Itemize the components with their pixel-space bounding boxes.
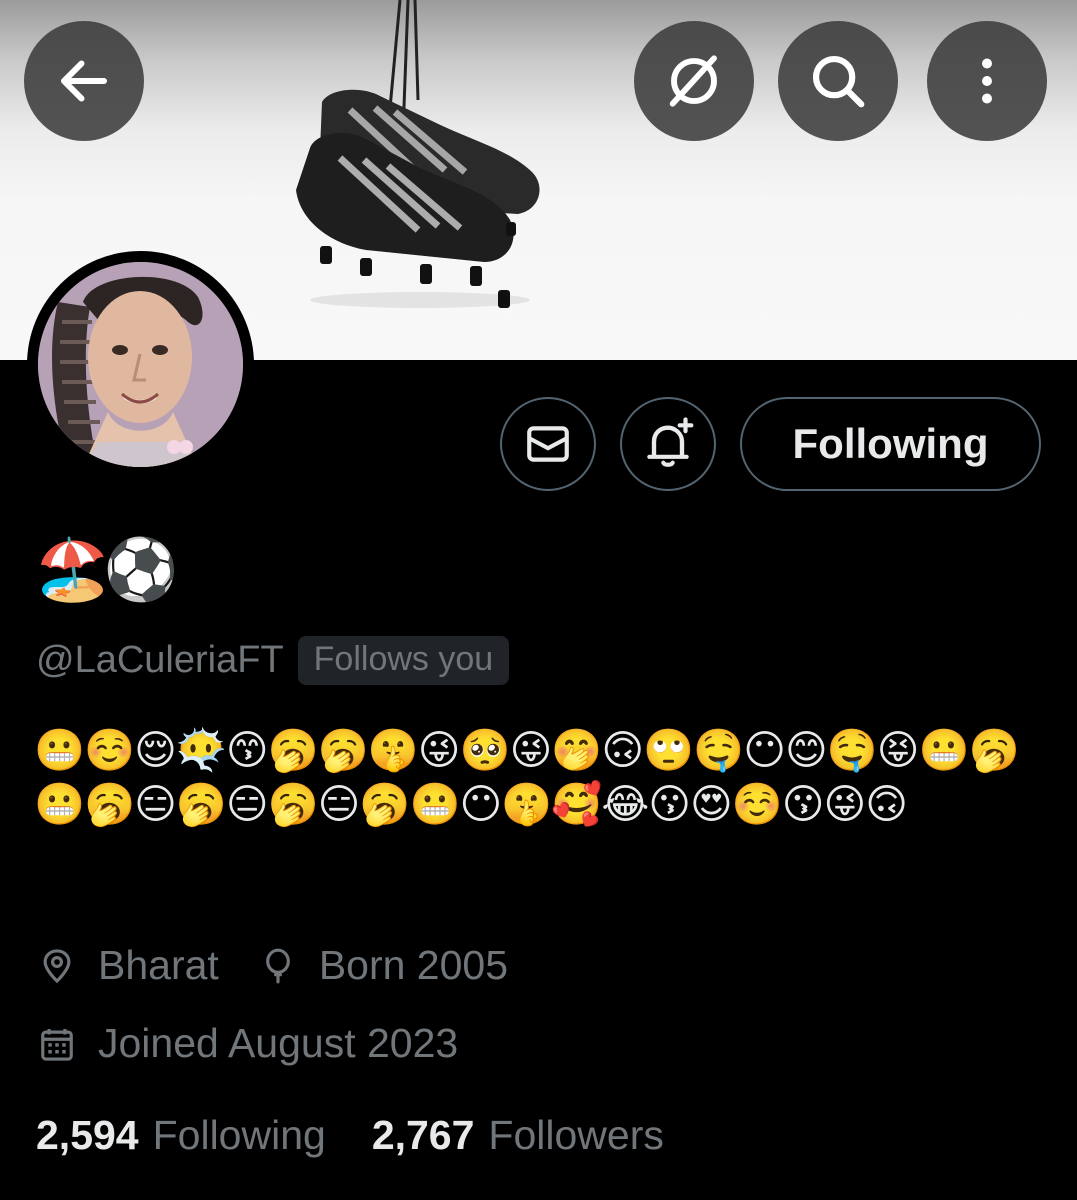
message-button[interactable] xyxy=(500,397,596,491)
location-pin-icon xyxy=(43,948,71,983)
profile-meta-row: Bharat Born 2005 xyxy=(38,942,508,989)
following-count: 2,594 xyxy=(36,1112,139,1158)
banner-image xyxy=(296,0,540,308)
following-stat[interactable]: 2,594 Following xyxy=(36,1112,326,1159)
followers-count: 2,767 xyxy=(371,1112,475,1158)
joined-text: Joined August 2023 xyxy=(98,1020,459,1066)
grok-button[interactable] xyxy=(634,21,754,141)
back-button[interactable] xyxy=(24,21,144,141)
location-text: Bharat xyxy=(98,942,219,988)
search-button[interactable] xyxy=(778,21,898,141)
following-label: Following xyxy=(152,1112,326,1158)
profile-bio: 😬☺️😌😶‍🌫️😙🥱🥱🤫😜🥺😜🤭🙃🙄🤤😶😊🤤😝😬🥱😬🥱😑🥱😑🥱😑🥱😬😶🤫🥰😂😗😍… xyxy=(34,726,1020,828)
bell-plus-icon xyxy=(647,417,694,467)
avatar[interactable] xyxy=(38,262,243,467)
calendar-icon xyxy=(41,1028,73,1061)
more-vertical-icon xyxy=(982,58,992,104)
location-item: Bharat xyxy=(38,942,219,989)
notifications-button[interactable] xyxy=(620,397,716,491)
envelope-icon xyxy=(527,426,569,462)
following-button[interactable]: Following xyxy=(740,397,1041,491)
more-options-button[interactable] xyxy=(927,21,1047,141)
joined-item: Joined August 2023 xyxy=(38,1020,458,1067)
display-name: 🏖️⚽ xyxy=(35,535,178,605)
grok-icon xyxy=(669,55,717,107)
handle-row: @LaCuleriaFT Follows you xyxy=(36,632,510,688)
followers-label: Followers xyxy=(488,1112,664,1158)
profile-joined-row: Joined August 2023 xyxy=(38,1020,458,1067)
birth-item: Born 2005 xyxy=(259,942,508,989)
avatar-image xyxy=(38,262,243,467)
follows-you-badge: Follows you xyxy=(297,635,510,685)
search-icon xyxy=(812,55,865,108)
user-handle: @LaCuleriaFT xyxy=(36,638,284,681)
followers-stat[interactable]: 2,767 Followers xyxy=(372,1112,664,1159)
birth-text: Born 2005 xyxy=(318,942,509,988)
balloon-icon xyxy=(265,948,290,983)
arrow-left-icon xyxy=(61,60,107,102)
follow-stats: 2,594 Following 2,767 Followers xyxy=(36,1112,664,1159)
